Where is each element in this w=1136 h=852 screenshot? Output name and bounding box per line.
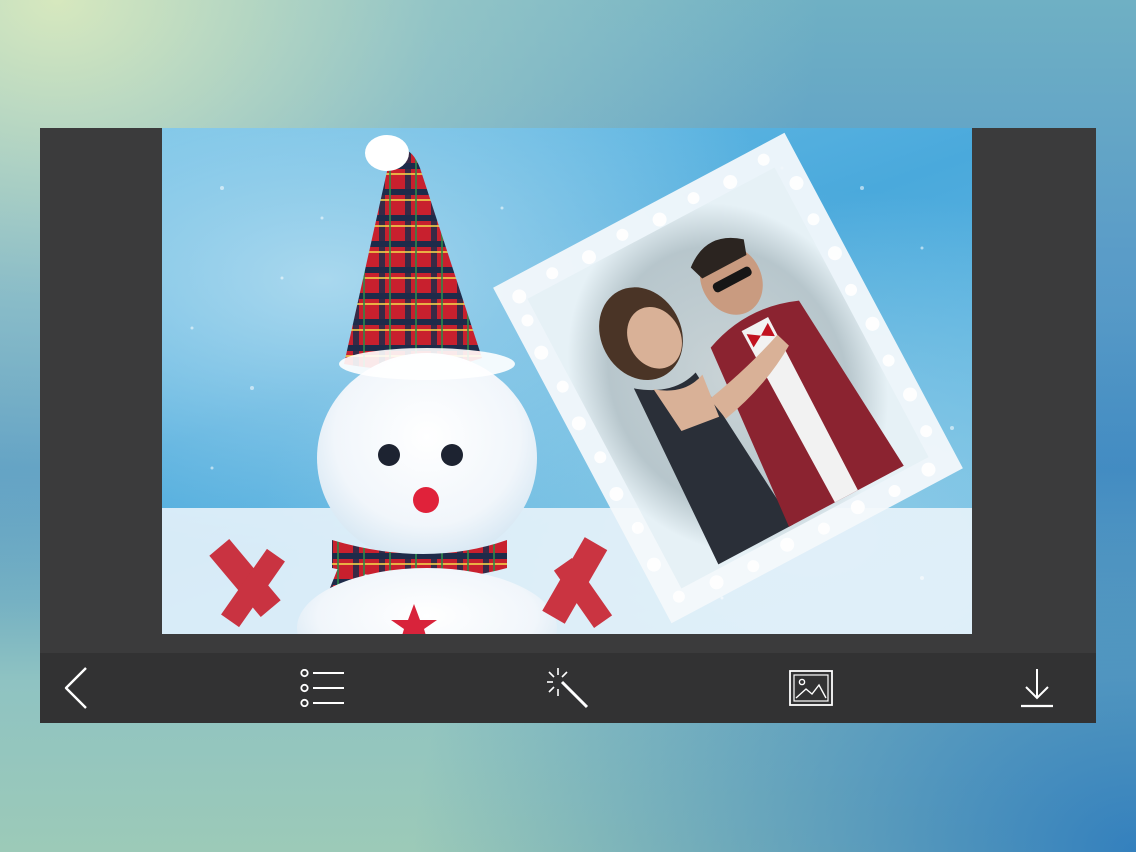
snowman-hat [344,150,482,370]
snowman-nose [413,487,439,513]
bottom-toolbar [40,653,1096,723]
canvas-artwork [162,132,972,634]
list-icon [300,669,344,707]
effects-button[interactable] [533,653,603,723]
photo-canvas[interactable] [162,128,972,634]
gallery-button[interactable] [776,653,846,723]
snowman-head [317,353,537,563]
download-icon [1021,669,1053,708]
snowman-eye-left [378,444,400,466]
hat-pompom [365,135,409,171]
image-icon [789,670,833,706]
snowman-eye-right [441,444,463,466]
list-button[interactable] [288,653,358,723]
download-button[interactable] [1002,653,1072,723]
back-button[interactable] [42,653,112,723]
magic-wand-icon [547,668,589,709]
back-chevron-icon [64,667,87,709]
